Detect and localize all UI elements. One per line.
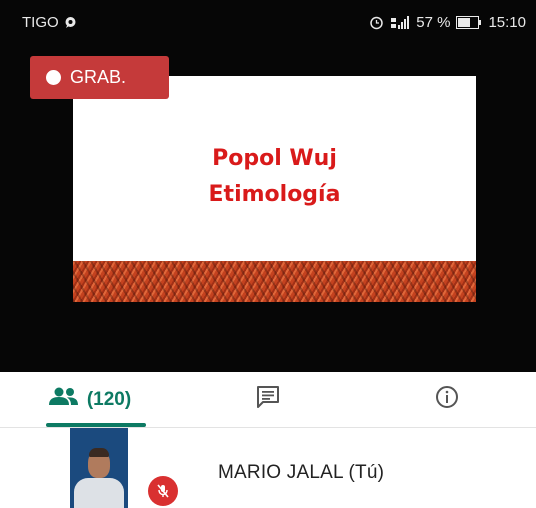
participant-name: MARIO JALAL (Tú)	[218, 462, 385, 483]
record-dot-icon	[46, 70, 61, 85]
active-tab-indicator	[46, 423, 146, 427]
chat-icon	[255, 385, 281, 414]
status-left: TIGO	[22, 14, 77, 31]
people-icon	[47, 387, 81, 412]
presentation-slide: Popol Wuj Etimología	[73, 76, 476, 302]
meeting-tabs: (120)	[0, 372, 536, 428]
mic-off-icon	[148, 476, 178, 506]
status-right: 57 % 15:10	[369, 14, 526, 31]
participant-video-thumbnail	[70, 428, 128, 508]
thumbnail-person-body	[74, 478, 124, 508]
battery-percent: 57 %	[416, 14, 451, 31]
whatsapp-icon	[64, 16, 77, 29]
tab-people[interactable]: (120)	[0, 372, 178, 427]
recording-label: GRAB.	[70, 67, 127, 87]
people-count: (120)	[86, 388, 132, 410]
thumbnail-person-hair	[89, 448, 109, 457]
status-time: 15:10	[488, 14, 526, 31]
tab-info[interactable]	[358, 372, 536, 427]
tab-chat[interactable]	[178, 372, 358, 427]
alarm-icon	[369, 15, 384, 30]
signal-icon	[390, 15, 410, 30]
participant-row[interactable]: MARIO JALAL (Tú)	[0, 428, 536, 508]
status-bar: TIGO 57 % 15:10	[0, 0, 536, 40]
slide-woven-pattern	[73, 261, 476, 302]
recording-badge: GRAB.	[30, 56, 169, 99]
info-icon	[435, 385, 459, 414]
slide-title-line1: Popol Wuj	[212, 146, 337, 171]
slide-title-line2: Etimología	[208, 182, 341, 207]
battery-icon	[456, 16, 482, 29]
carrier-label: TIGO	[22, 14, 59, 31]
video-area[interactable]: TIGO 57 % 15:10 Popol Wuj Etimología GRA…	[0, 0, 536, 372]
